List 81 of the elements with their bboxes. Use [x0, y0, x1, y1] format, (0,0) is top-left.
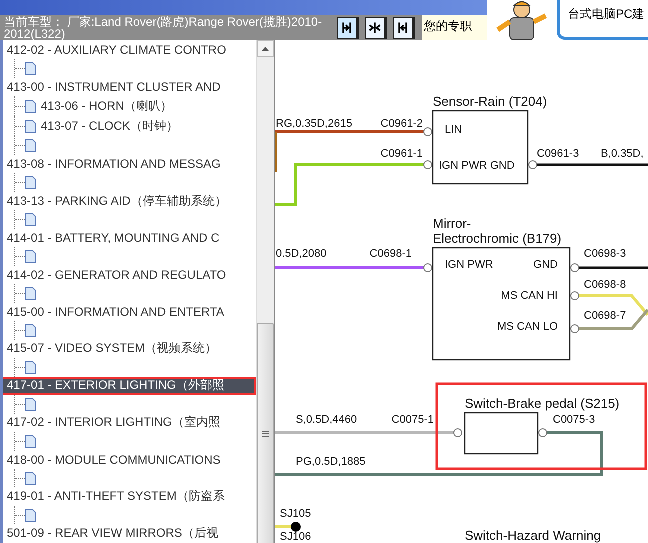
tree-item[interactable]: 414-02 - GENERATOR AND REGULATO	[3, 266, 256, 284]
connector-pin	[454, 428, 462, 438]
tree-item[interactable]: 412-02 - AUXILIARY CLIMATE CONTRO	[3, 41, 256, 60]
pin-label: IGN PWR	[445, 259, 494, 271]
connector-pin	[538, 428, 548, 438]
connector-label: C0961-1	[380, 148, 423, 160]
splice-label: SJ105	[280, 508, 312, 520]
wire-label: PG,0.5D,1885	[296, 456, 366, 468]
wire-label: 0.5D,2080	[276, 248, 327, 260]
document-icon	[25, 286, 36, 300]
scrollbar-thumb[interactable]	[257, 323, 274, 543]
connector-label: C0698-1	[370, 248, 412, 260]
wire	[275, 526, 291, 528]
pin-label: GND	[534, 259, 558, 271]
tree-item[interactable]: 413-07 - CLOCK（时钟）	[41, 118, 178, 135]
wire-label: S,0.5D,4460	[296, 414, 358, 426]
component-title: Switch-Brake pedal (S215)	[465, 396, 620, 411]
connector-label: C0075-1	[392, 414, 434, 426]
tree-item[interactable]: 413-00 - INSTRUMENT CLUSTER AND	[3, 78, 256, 96]
pin-label: LIN	[445, 124, 462, 136]
connector-pin	[528, 160, 538, 170]
up-arrow-icon	[262, 46, 269, 50]
arrow-icon	[340, 20, 354, 34]
pin-label: IGN PWR GND	[439, 160, 515, 172]
document-icon	[25, 360, 36, 374]
wire-label: RG,0.35D,2615	[276, 118, 352, 130]
document-icon	[25, 508, 36, 522]
pin-label: MS CAN HI	[501, 290, 558, 302]
connector-label: C0961-3	[537, 148, 580, 160]
tree-item[interactable]: 501-09 - REAR VIEW MIRRORS（后视	[3, 524, 256, 543]
connector-label: C0961-2	[380, 118, 423, 130]
document-icon	[25, 62, 36, 76]
document-icon	[25, 398, 36, 411]
tree-item[interactable]: 414-01 - BATTERY, MOUNTING AND C	[3, 228, 256, 248]
arrow-icon	[396, 20, 410, 34]
nav-button[interactable]	[337, 16, 359, 38]
tree-item[interactable]: 417-02 - INTERIOR LIGHTING（室内照	[3, 414, 256, 432]
tree-item[interactable]: 419-01 - ANTI-THEFT SYSTEM（防盗系	[3, 487, 256, 506]
connector-pin	[424, 160, 432, 170]
notice-text: 您的专职	[422, 15, 487, 40]
connector-pin	[424, 264, 432, 272]
wire-label: B,0.35D,	[601, 148, 644, 160]
document-icon	[25, 100, 36, 113]
component-title: Mirror- Electrochromic (B179)	[433, 216, 562, 246]
splice-label: SJ106	[280, 531, 312, 543]
tree-item[interactable]: 418-00 - MODULE COMMUNICATIONS	[3, 450, 256, 470]
connector-pin	[424, 128, 432, 136]
component-title: Sensor-Rain (T204)	[433, 94, 548, 109]
connector-label: C0698-3	[584, 248, 626, 260]
wire	[579, 309, 648, 330]
document-icon	[25, 434, 36, 448]
pin-label: MS CAN LO	[497, 321, 558, 333]
connector-label: C0698-8	[584, 279, 626, 291]
wire	[579, 266, 648, 270]
tree-item[interactable]: 415-07 - VIDEO SYSTEM（视频系统）	[3, 340, 256, 358]
document-icon	[25, 250, 36, 263]
mascot-drawing	[494, 0, 550, 40]
nav-button[interactable]	[393, 16, 415, 38]
document-icon	[25, 213, 36, 226]
document-icon	[25, 472, 36, 485]
arrow-icon	[368, 20, 382, 34]
tree-item[interactable]: 413-06 - HORN（喇叭）	[41, 98, 172, 115]
ad-banner[interactable]: 台式电脑PC建	[557, 0, 648, 40]
document-icon	[25, 176, 36, 190]
tree-item[interactable]: 415-00 - INFORMATION AND ENTERTA	[3, 302, 256, 322]
connector-pin	[570, 264, 580, 272]
scroll-up-button[interactable]	[257, 40, 274, 57]
component-title: Switch-Hazard Warning	[465, 528, 602, 543]
connector-label: C0075-3	[553, 414, 596, 426]
connector-pin	[570, 292, 580, 300]
document-icon	[25, 324, 36, 337]
splice-dot	[291, 522, 301, 532]
tree-item[interactable]: 413-13 - PARKING AID（停车辅助系统）	[3, 192, 256, 210]
document-icon	[25, 139, 36, 152]
tree-item[interactable]: 413-08 - INFORMATION AND MESSAG	[3, 154, 256, 174]
nav-button[interactable]	[365, 16, 387, 38]
connector-label: C0698-7	[584, 310, 626, 322]
grip-icon	[262, 430, 269, 436]
document-icon	[25, 120, 36, 133]
connector-pin	[570, 324, 580, 334]
tree-item[interactable]: 417-01 - EXTERIOR LIGHTING（外部照	[3, 376, 256, 396]
